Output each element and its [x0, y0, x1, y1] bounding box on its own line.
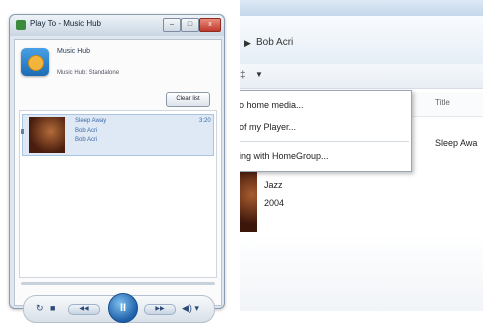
clear-list-button[interactable]: Clear list — [166, 92, 210, 107]
player-footer — [240, 234, 483, 311]
album-genre: Jazz — [264, 180, 283, 190]
play-to-content: Music Hub Music Hub: Standalone Clear li… — [14, 39, 222, 323]
track-title: Sleep Away — [75, 118, 107, 124]
volume-icon[interactable]: ◀) ▾ — [182, 302, 199, 314]
seek-bar[interactable] — [21, 282, 215, 285]
stream-dropdown-arrow[interactable]: ▼ — [255, 70, 263, 79]
track-duration: 3:20 — [199, 118, 211, 124]
song-title-cell[interactable]: Sleep Awa — [435, 138, 477, 148]
stream-menu: o home media... of my Player... ing with… — [240, 90, 412, 172]
repeat-icon[interactable]: ↻ — [36, 302, 44, 314]
previous-button[interactable]: ◀◀ — [68, 304, 100, 315]
stop-icon[interactable]: ■ — [50, 302, 55, 314]
media-device-icon — [21, 48, 49, 76]
toolbar — [240, 64, 483, 89]
next-button[interactable]: ▶▶ — [144, 304, 176, 315]
menu-item-remote-control[interactable]: of my Player... — [240, 117, 409, 137]
menu-item-allow-home-media[interactable]: o home media... — [240, 95, 409, 115]
device-name: Music Hub — [57, 48, 91, 55]
title-bar: Play To - Music Hub – □ x — [10, 15, 224, 36]
minimize-button[interactable]: – — [163, 18, 181, 32]
pause-button[interactable]: II — [108, 293, 138, 323]
breadcrumb-artist[interactable]: Bob Acri — [256, 37, 293, 48]
play-to-app-icon — [16, 20, 26, 30]
album-year: 2004 — [264, 198, 285, 208]
now-playing-marker — [21, 129, 24, 134]
close-button[interactable]: x — [199, 18, 221, 32]
playlist: Sleep Away Bob Acri Bob Acri 3:20 — [19, 110, 217, 278]
playlist-item[interactable]: Sleep Away Bob Acri Bob Acri 3:20 — [21, 114, 214, 156]
album-art-thumbnail — [29, 117, 65, 153]
window-top-strip — [240, 0, 483, 16]
media-player-view: ▶ Bob Acri ‡ ▼ Title Sleep Awa Jazz 2004… — [240, 0, 483, 311]
column-header-title[interactable]: Title — [435, 98, 450, 107]
album-art — [240, 170, 257, 232]
breadcrumb-arrow-icon[interactable]: ▶ — [244, 38, 251, 49]
playback-controls: ↻ ■ ◀◀ II ▶▶ ◀) ▾ — [23, 293, 215, 323]
menu-item-homegroup[interactable]: ing with HomeGroup... — [240, 146, 409, 166]
maximize-button[interactable]: □ — [181, 18, 199, 32]
window-title: Play To - Music Hub — [30, 19, 101, 28]
track-album: Bob Acri — [75, 137, 98, 143]
device-status: Music Hub: Standalone — [57, 70, 120, 76]
toolbar-grip-icon: ‡ — [240, 70, 246, 81]
track-artist: Bob Acri — [75, 128, 98, 134]
play-to-window: Play To - Music Hub – □ x Music Hub Musi… — [9, 14, 225, 323]
menu-separator — [240, 141, 409, 142]
